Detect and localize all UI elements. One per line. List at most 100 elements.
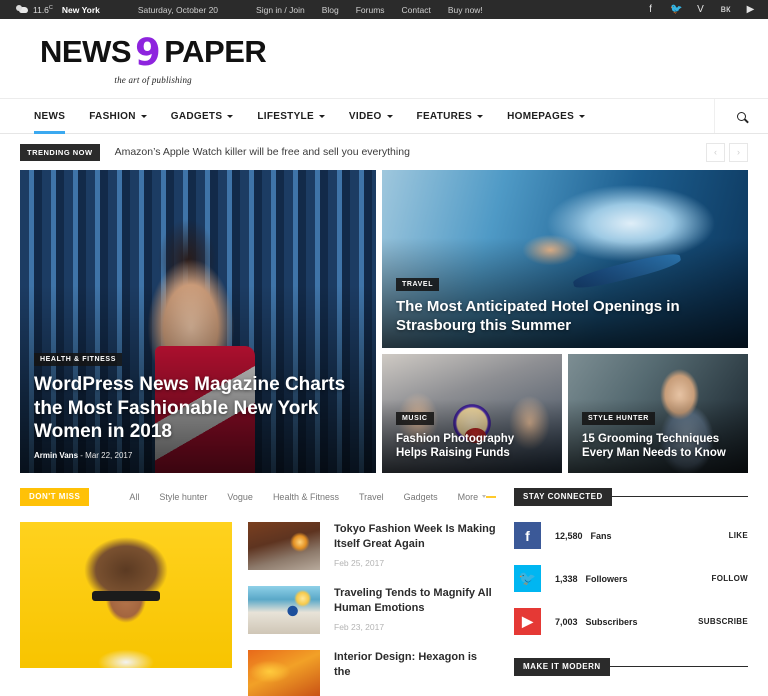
- logo-text-paper: PAPER: [164, 33, 267, 69]
- filter-travel[interactable]: Travel: [359, 492, 384, 502]
- dont-miss-body: Tokyo Fashion Week Is Making Itself Grea…: [20, 522, 496, 696]
- nav-item-homepages[interactable]: HOMEPAGES: [495, 99, 597, 133]
- social-stat-youtube[interactable]: ▶ 7,003 Subscribers SUBSCRIBE: [514, 608, 748, 635]
- follower-label: Fans: [590, 530, 612, 541]
- list-item[interactable]: Traveling Tends to Magnify All Human Emo…: [248, 586, 496, 634]
- nav-item-fashion[interactable]: FASHION: [77, 99, 159, 133]
- nav-label: LIFESTYLE: [257, 110, 314, 122]
- social-stat-twitter[interactable]: 🐦 1,338 Followers FOLLOW: [514, 565, 748, 592]
- nav-label: FASHION: [89, 110, 136, 122]
- city-label: New York: [61, 4, 100, 15]
- make-it-modern-header: MAKE IT MODERN: [514, 657, 748, 676]
- author-name[interactable]: Armin Vans: [34, 451, 78, 460]
- dont-miss-header: DON'T MISS All Style hunter Vogue Health…: [20, 487, 496, 506]
- weather-widget: 11.6C New York: [16, 5, 100, 15]
- nav-item-video[interactable]: VIDEO: [337, 99, 405, 133]
- follower-label: Followers: [585, 573, 628, 584]
- logo-accent-nine: 9: [135, 30, 161, 74]
- filter-more[interactable]: More: [458, 492, 487, 502]
- social-stat-facebook[interactable]: f 12,580 Fans LIKE: [514, 522, 748, 549]
- hero-main-title[interactable]: WordPress News Magazine Charts the Most …: [34, 373, 362, 443]
- search-icon: [737, 111, 746, 121]
- list-item-title[interactable]: Tokyo Fashion Week Is Making Itself Grea…: [334, 522, 496, 552]
- search-button[interactable]: [714, 99, 768, 133]
- trending-headline[interactable]: Amazon’s Apple Watch killer will be free…: [115, 146, 410, 158]
- thumbnail-image: [248, 522, 320, 570]
- top-bar: 11.6C New York Saturday, October 20 Sign…: [0, 0, 768, 19]
- hero-travel-title[interactable]: The Most Anticipated Hotel Openings in S…: [396, 298, 734, 335]
- prev-button[interactable]: ‹: [706, 142, 725, 162]
- top-link-blog[interactable]: Blog: [322, 5, 339, 15]
- top-link-signin[interactable]: Sign in / Join: [256, 5, 305, 15]
- thumbnail-image: [248, 650, 320, 696]
- vk-icon[interactable]: вк: [720, 4, 731, 15]
- category-badge[interactable]: STYLE HUNTER: [582, 411, 655, 425]
- category-badge[interactable]: TRAVEL: [396, 278, 440, 292]
- follow-button[interactable]: FOLLOW: [712, 574, 748, 583]
- youtube-icon[interactable]: ▶: [745, 4, 756, 15]
- top-links: Sign in / Join Blog Forums Contact Buy n…: [256, 5, 483, 15]
- header-rule: [486, 495, 496, 498]
- logo-text-news: NEWS: [40, 33, 132, 69]
- list-item[interactable]: Interior Design: Hexagon is the: [248, 650, 496, 696]
- filter-gadgets[interactable]: Gadgets: [404, 492, 438, 502]
- facebook-icon[interactable]: f: [514, 522, 541, 549]
- nav-item-lifestyle[interactable]: LIFESTYLE: [245, 99, 337, 133]
- filter-health-fitness[interactable]: Health & Fitness: [273, 492, 339, 502]
- filter-style-hunter[interactable]: Style hunter: [159, 492, 207, 502]
- nav-label: FEATURES: [416, 110, 473, 122]
- stay-connected-badge: STAY CONNECTED: [514, 487, 612, 506]
- hero-music-card[interactable]: MUSIC Fashion Photography Helps Raising …: [382, 354, 562, 473]
- chevron-down-icon: [579, 114, 586, 118]
- next-button[interactable]: ›: [729, 142, 748, 162]
- trending-badge: TRENDING NOW: [20, 143, 100, 161]
- dont-miss-list: Tokyo Fashion Week Is Making Itself Grea…: [248, 522, 496, 696]
- top-link-forums[interactable]: Forums: [356, 5, 385, 15]
- nav-label: NEWS: [34, 110, 66, 122]
- hero-music-title[interactable]: Fashion Photography Helps Raising Funds: [396, 432, 548, 460]
- filter-all[interactable]: All: [129, 492, 139, 502]
- hero-bottom-row: MUSIC Fashion Photography Helps Raising …: [382, 354, 748, 473]
- youtube-icon[interactable]: ▶: [514, 608, 541, 635]
- follower-count: 7,003: [555, 616, 578, 627]
- hero-right-column: TRAVEL The Most Anticipated Hotel Openin…: [382, 170, 748, 473]
- chevron-down-icon: [477, 114, 484, 118]
- vimeo-icon[interactable]: V: [695, 4, 706, 15]
- trending-nav: ‹ ›: [706, 142, 748, 162]
- temperature-value: 11.6C: [33, 4, 53, 15]
- list-item-title[interactable]: Traveling Tends to Magnify All Human Emo…: [334, 586, 496, 616]
- facebook-icon[interactable]: f: [645, 4, 656, 15]
- lower-section: DON'T MISS All Style hunter Vogue Health…: [0, 473, 768, 696]
- top-link-contact[interactable]: Contact: [402, 5, 431, 15]
- nav-item-news[interactable]: NEWS: [22, 99, 77, 134]
- hero-style-card[interactable]: STYLE HUNTER 15 Grooming Techniques Ever…: [568, 354, 748, 473]
- make-it-modern-badge: MAKE IT MODERN: [514, 657, 610, 676]
- subscribe-button[interactable]: SUBSCRIBE: [698, 617, 748, 626]
- filter-vogue[interactable]: Vogue: [227, 492, 253, 502]
- like-button[interactable]: LIKE: [729, 531, 748, 540]
- thumbnail-image: [248, 586, 320, 634]
- category-badge[interactable]: HEALTH & FITNESS: [34, 353, 122, 367]
- top-link-buynow[interactable]: Buy now!: [448, 5, 483, 15]
- twitter-icon[interactable]: 🐦: [514, 565, 541, 592]
- chevron-down-icon: [227, 114, 234, 118]
- social-links: f 🐦 V вк ▶: [645, 4, 756, 15]
- site-logo[interactable]: NEWS 9 PAPER the art of publishing: [40, 30, 267, 85]
- list-item-title[interactable]: Interior Design: Hexagon is the: [334, 650, 496, 680]
- twitter-icon[interactable]: 🐦: [670, 4, 682, 15]
- nav-item-gadgets[interactable]: GADGETS: [159, 99, 246, 133]
- follower-count: 1,338: [555, 573, 578, 584]
- follower-label: Subscribers: [585, 616, 638, 627]
- header-logo-row: NEWS 9 PAPER the art of publishing: [0, 19, 768, 98]
- list-item[interactable]: Tokyo Fashion Week Is Making Itself Grea…: [248, 522, 496, 570]
- hero-style-title[interactable]: 15 Grooming Techniques Every Man Needs t…: [582, 432, 734, 460]
- sidebar: STAY CONNECTED f 12,580 Fans LIKE 🐦 1,33…: [514, 487, 748, 696]
- category-badge[interactable]: MUSIC: [396, 411, 434, 425]
- logo-tagline: the art of publishing: [114, 74, 192, 85]
- dont-miss-feature-card[interactable]: [20, 522, 232, 668]
- hero-travel-card[interactable]: TRAVEL The Most Anticipated Hotel Openin…: [382, 170, 748, 348]
- nav-item-features[interactable]: FEATURES: [405, 99, 496, 133]
- hero-main-card[interactable]: HEALTH & FITNESS WordPress News Magazine…: [20, 170, 376, 473]
- nav-label: VIDEO: [348, 110, 382, 122]
- trending-bar: TRENDING NOW Amazon’s Apple Watch killer…: [0, 134, 768, 170]
